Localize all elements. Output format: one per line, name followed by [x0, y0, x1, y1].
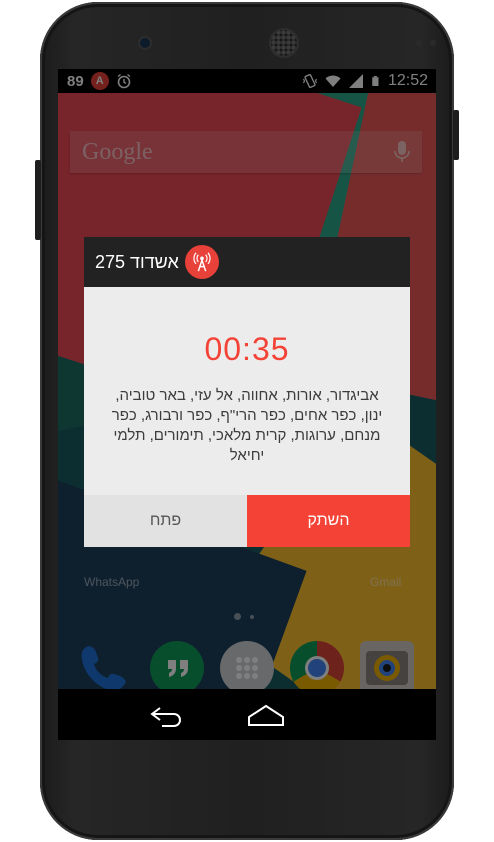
cities-list: אביגדור, אורות, אחווה, אל עזי, באר טוביה… — [111, 387, 383, 464]
alert-body: 00:35 אביגדור, אורות, אחווה, אל עזי, באר… — [84, 287, 410, 466]
open-button[interactable]: פתח — [84, 495, 247, 547]
power-button[interactable] — [453, 110, 459, 160]
navigation-bar — [58, 689, 436, 740]
antenna-icon — [184, 245, 219, 279]
earpiece-speaker — [271, 30, 297, 56]
alert-header: אשדוד 275 — [84, 237, 410, 287]
light-sensor — [430, 40, 436, 46]
phone-screen: 89 A 12:52 — [58, 69, 436, 740]
alert-dialog: אשדוד 275 00:35 אביגדור, אורות, אחווה, א… — [84, 237, 410, 547]
home-icon — [248, 704, 284, 726]
back-button[interactable] — [148, 702, 188, 728]
home-button[interactable] — [246, 702, 286, 728]
back-icon — [150, 706, 181, 727]
countdown-timer: 00:35 — [204, 331, 290, 367]
front-camera — [140, 38, 150, 48]
volume-button[interactable] — [35, 160, 41, 240]
proximity-sensor — [416, 40, 422, 46]
alert-title: אשדוד 275 — [95, 251, 179, 272]
alert-actions: פתח השתק — [84, 495, 410, 547]
mute-button[interactable]: השתק — [247, 495, 410, 547]
